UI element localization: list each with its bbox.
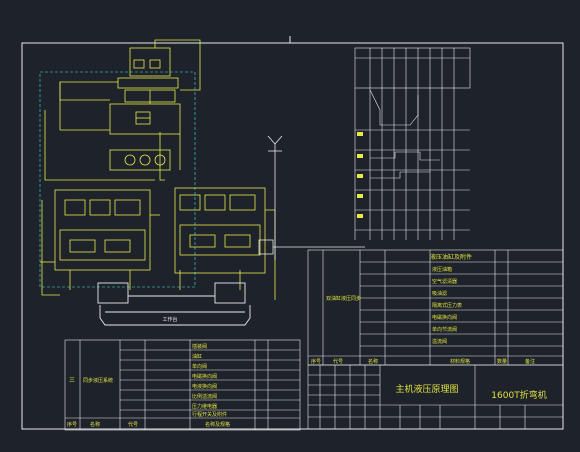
right-table-row-2: 空气滤清器 — [432, 278, 457, 285]
product-name: 1600T折弯机 — [491, 389, 546, 401]
svg-text:压力继电器: 压力继电器 — [192, 403, 217, 410]
svg-text:备注: 备注 — [525, 358, 535, 365]
right-table-row-5: 电磁换向阀 — [432, 314, 457, 321]
svg-text:油缸: 油缸 — [192, 353, 202, 360]
right-table-footer: 序号 代号 名称 材料规格 数量 备注 — [311, 358, 535, 365]
svg-text:序号: 序号 — [67, 421, 77, 428]
svg-text:名称: 名称 — [368, 358, 378, 365]
svg-text:插装阀: 插装阀 — [192, 343, 207, 350]
left-table-rows: 插装阀 油缸 单向阀 电磁换向阀 电液换向阀 比例溢流阀 压力继电器 行程开关及… — [192, 343, 227, 418]
pointer-crosshair — [258, 135, 365, 260]
svg-text:行程开关及附件: 行程开关及附件 — [192, 411, 227, 418]
left-table-index: 三 — [69, 377, 75, 384]
left-parts-table-grid — [64, 339, 301, 431]
svg-text:代号: 代号 — [333, 358, 343, 365]
right-table-header-label: 液压油缸及附件 — [430, 253, 472, 261]
timing-chart-markers — [357, 132, 363, 218]
right-table-row-7: 溢流阀 — [432, 338, 447, 345]
right-table-row-6: 单向节流阀 — [432, 326, 457, 333]
upper-valve-group — [44, 39, 201, 181]
right-table-row-1: 液压油箱 — [432, 266, 452, 273]
svg-text:名称: 名称 — [90, 421, 100, 428]
right-table-row-3: 吸油滤 — [432, 290, 447, 297]
svg-text:数量: 数量 — [497, 358, 507, 365]
hydraulic-schematic-drawing: 工作台 液压油缸及附件 液压油箱 空气滤清器 吸油滤 隔离式压力表 电磁换向阀 … — [21, 36, 564, 431]
svg-text:序号: 序号 — [311, 358, 321, 365]
left-table-footer: 序号 名称 代号 名称及规格 — [67, 421, 230, 428]
svg-text:单向阀: 单向阀 — [192, 363, 207, 370]
left-cylinder-circuit — [40, 189, 160, 296]
workbench-caption: 工作台 — [162, 316, 177, 323]
drawing-title: 主机液压原理图 — [395, 383, 458, 395]
right-table-row-4: 隔离式压力表 — [432, 302, 462, 309]
svg-text:电磁换向阀: 电磁换向阀 — [192, 373, 217, 380]
svg-text:电液换向阀: 电液换向阀 — [192, 383, 217, 390]
svg-text:比例溢流阀: 比例溢流阀 — [192, 393, 217, 400]
outer-frame — [21, 42, 564, 430]
mid-vertical-label: 双油缸液压同步 — [326, 295, 361, 302]
timing-chart — [354, 47, 471, 240]
svg-text:材料规格: 材料规格 — [450, 358, 470, 365]
svg-text:代号: 代号 — [128, 421, 138, 428]
left-table-group-label: 同步液压系统 — [83, 377, 113, 384]
svg-text:名称及规格: 名称及规格 — [205, 421, 230, 428]
